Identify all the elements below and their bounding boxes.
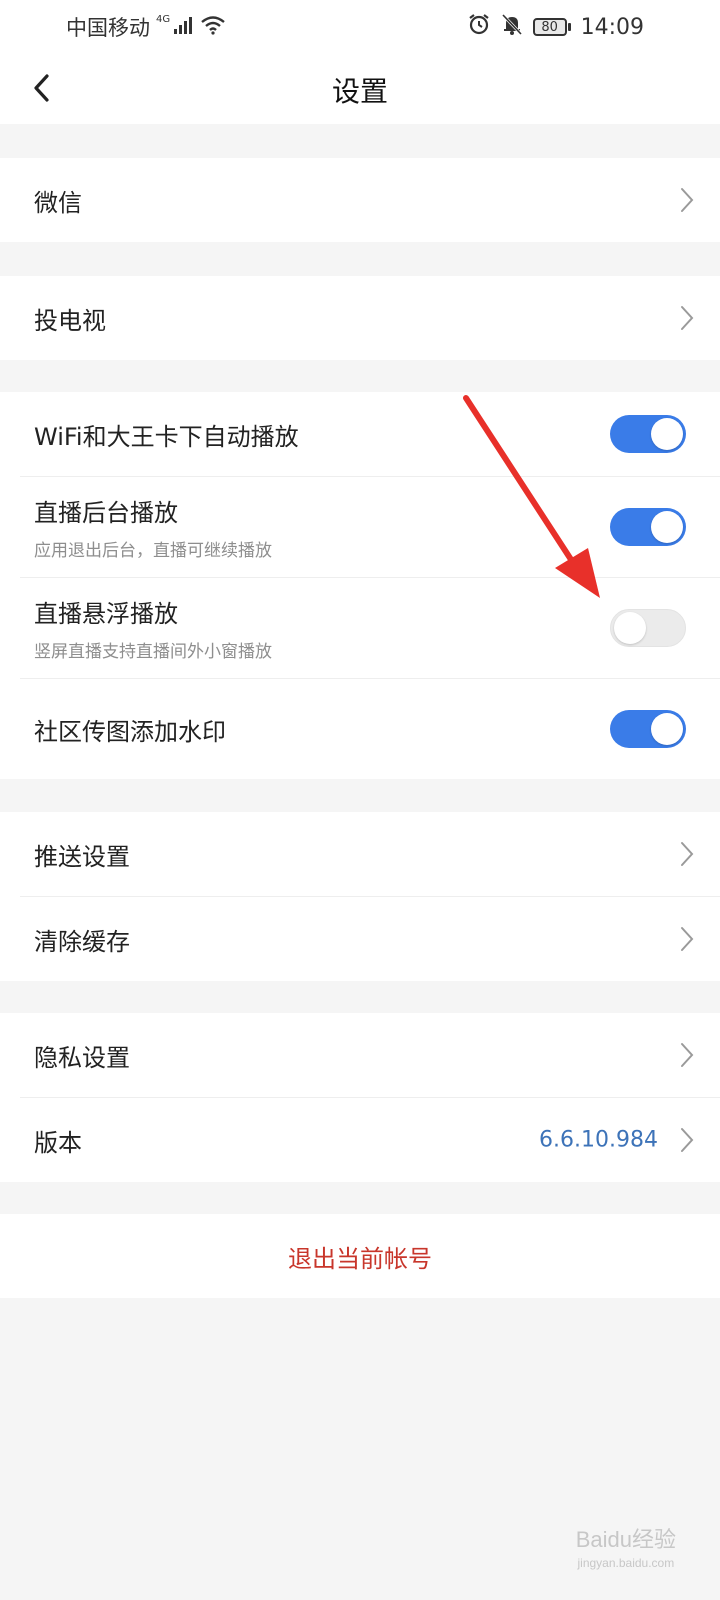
wifi-autoplay-toggle[interactable] — [610, 415, 686, 453]
battery-icon: 80 — [532, 18, 571, 36]
settings-item-privacy[interactable]: 隐私设置 — [0, 1013, 720, 1097]
group-general: 推送设置 清除缓存 — [0, 812, 720, 981]
settings-item-watermark: 社区传图添加水印 — [0, 679, 720, 779]
status-bar: 中国移动 4G 80 14:09 — [0, 0, 720, 56]
settings-item-clear-cache[interactable]: 清除缓存 — [0, 897, 720, 981]
group-playback: WiFi和大王卡下自动播放 直播后台播放 应用退出后台，直播可继续播放 直播悬浮… — [0, 392, 720, 779]
status-left: 中国移动 4G — [66, 12, 226, 42]
alarm-icon — [467, 12, 491, 42]
live-background-toggle[interactable] — [610, 508, 686, 546]
nav-bar: 设置 — [0, 56, 720, 124]
chevron-right-icon — [681, 1128, 694, 1152]
wifi-icon — [200, 15, 226, 40]
chevron-right-icon — [681, 1043, 694, 1067]
settings-item-cast-tv[interactable]: 投电视 — [0, 276, 720, 360]
item-subtitle: 应用退出后台，直播可继续播放 — [34, 541, 272, 561]
chevron-right-icon — [681, 188, 694, 212]
chevron-right-icon — [681, 842, 694, 866]
battery-level: 80 — [532, 18, 567, 36]
item-label: 微信 — [34, 188, 82, 217]
watermark-url: jingyan.baidu.com — [577, 1556, 675, 1570]
item-label: 推送设置 — [34, 842, 130, 871]
settings-item-push[interactable]: 推送设置 — [0, 812, 720, 896]
baidu-jingyan-watermark: Baidu经验 jingyan.baidu.com — [576, 1522, 676, 1570]
item-label: 隐私设置 — [34, 1043, 130, 1072]
watermark-toggle[interactable] — [610, 710, 686, 748]
watermark-logo-text: Baidu经验 — [575, 1527, 676, 1552]
status-right: 80 14:09 — [467, 12, 644, 42]
item-label: 直播后台播放 — [34, 499, 178, 527]
clock-time: 14:09 — [580, 14, 644, 40]
version-number: 6.6.10.984 — [539, 1127, 658, 1153]
group-about: 隐私设置 版本 6.6.10.984 — [0, 1013, 720, 1182]
settings-item-live-background: 直播后台播放 应用退出后台，直播可继续播放 — [0, 477, 720, 577]
item-subtitle: 竖屏直播支持直播间外小窗播放 — [34, 642, 272, 662]
settings-item-wechat[interactable]: 微信 — [0, 158, 720, 242]
carrier-name: 中国移动 — [66, 16, 150, 40]
signal-icon — [174, 15, 196, 40]
network-type: 4G — [156, 13, 171, 25]
group-logout: 退出当前帐号 — [0, 1214, 720, 1298]
item-label: 清除缓存 — [34, 927, 130, 956]
item-label: WiFi和大王卡下自动播放 — [34, 422, 299, 451]
item-label: 版本 — [34, 1128, 82, 1157]
chevron-right-icon — [681, 927, 694, 951]
settings-item-version[interactable]: 版本 6.6.10.984 — [0, 1098, 720, 1182]
bell-off-icon — [501, 12, 523, 42]
chevron-right-icon — [681, 306, 694, 330]
group-wechat: 微信 — [0, 158, 720, 242]
item-label: 投电视 — [34, 306, 106, 335]
logout-button[interactable]: 退出当前帐号 — [0, 1214, 720, 1298]
settings-item-wifi-autoplay: WiFi和大王卡下自动播放 — [0, 392, 720, 476]
group-cast-tv: 投电视 — [0, 276, 720, 360]
item-label: 社区传图添加水印 — [34, 717, 226, 746]
settings-item-live-floating: 直播悬浮播放 竖屏直播支持直播间外小窗播放 — [0, 578, 720, 678]
page-title: 设置 — [331, 75, 388, 108]
item-label: 直播悬浮播放 — [34, 600, 178, 628]
live-floating-toggle[interactable] — [610, 609, 686, 647]
